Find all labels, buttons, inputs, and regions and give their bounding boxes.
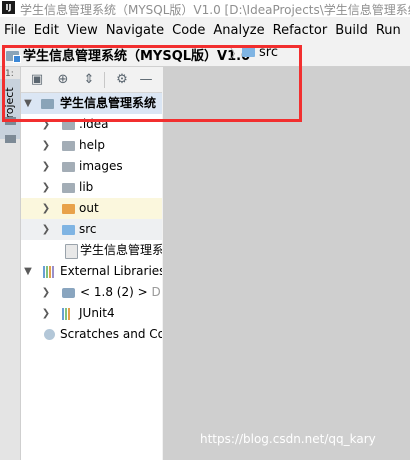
- project-tree: ▼ 学生信息管理系统 ❯ .idea ❯ help ❯ images ❯ lib…: [21, 93, 162, 345]
- chevron-right-icon[interactable]: ❯: [41, 219, 51, 240]
- external-libraries-label: External Libraries: [60, 264, 162, 278]
- chevron-down-icon[interactable]: ▼: [23, 261, 33, 282]
- tree-scratches[interactable]: Scratches and Co: [21, 324, 162, 345]
- project-panel: ▣ ⊕ ⇕ ⚙ — ▼ 学生信息管理系统 ❯ .idea ❯ help ❯ im…: [21, 67, 162, 460]
- menu-code[interactable]: Code: [168, 21, 209, 39]
- module-file-icon: [65, 244, 78, 259]
- library-icon: [62, 308, 75, 320]
- tree-item-label: src: [79, 222, 97, 236]
- menu-analyze[interactable]: Analyze: [209, 21, 268, 39]
- scratches-icon: [44, 329, 55, 340]
- red-highlight-box: [2, 45, 302, 122]
- tree-item-label: 学生信息管理系统: [80, 243, 162, 257]
- watermark-text: https://blog.csdn.net/qq_kary: [200, 432, 376, 446]
- intellij-logo-icon: IJ: [2, 1, 15, 14]
- folder-icon: [62, 183, 75, 193]
- left-tool-strip: 1: Project: [0, 67, 21, 460]
- library-icon: [43, 266, 56, 278]
- jdk-label: < 1.8 (2) > D:\: [80, 282, 162, 303]
- tree-item-out[interactable]: ❯ out: [21, 198, 162, 219]
- chevron-right-icon[interactable]: ❯: [41, 282, 51, 303]
- tree-item-iml-file[interactable]: 学生信息管理系统: [21, 240, 162, 261]
- chevron-right-icon[interactable]: ❯: [41, 198, 51, 219]
- menu-run[interactable]: Run: [372, 21, 405, 39]
- menu-refactor[interactable]: Refactor: [269, 21, 332, 39]
- chevron-right-icon[interactable]: ❯: [41, 135, 51, 156]
- menu-view[interactable]: View: [63, 21, 102, 39]
- jdk-version: < 1.8 (2) >: [80, 285, 148, 299]
- tree-item-label: out: [79, 201, 99, 215]
- menu-edit[interactable]: Edit: [30, 21, 63, 39]
- jdk-path: D:\: [151, 285, 162, 299]
- chevron-right-icon[interactable]: ❯: [41, 303, 51, 324]
- menu-bar: File Edit View Navigate Code Analyze Refactor B…: [0, 19, 410, 39]
- menu-file[interactable]: File: [0, 21, 30, 39]
- tree-item-jdk[interactable]: ❯ < 1.8 (2) > D:\: [21, 282, 162, 303]
- jdk-icon: [62, 288, 75, 298]
- menu-navigate[interactable]: Navigate: [102, 21, 168, 39]
- tree-item-label: lib: [79, 180, 94, 194]
- source-folder-icon: [62, 225, 75, 235]
- tree-item-help[interactable]: ❯ help: [21, 135, 162, 156]
- excluded-folder-icon: [62, 204, 75, 214]
- tree-external-libraries[interactable]: ▼ External Libraries: [21, 261, 162, 282]
- title-bar: IJ 学生信息管理系统（MYSQL版）V1.0 [D:\IdeaProjects…: [0, 0, 410, 17]
- folder-icon: [62, 162, 75, 172]
- window-title: 学生信息管理系统（MYSQL版）V1.0 [D:\IdeaProjects\学生…: [20, 3, 410, 17]
- scratches-label: Scratches and Co: [60, 327, 162, 341]
- tree-item-images[interactable]: ❯ images: [21, 156, 162, 177]
- chevron-right-icon[interactable]: ❯: [41, 156, 51, 177]
- tree-item-label: help: [79, 138, 105, 152]
- tree-item-label: images: [79, 159, 123, 173]
- folder-icon[interactable]: [5, 135, 16, 143]
- menu-build[interactable]: Build: [331, 21, 372, 39]
- editor-area: [163, 67, 410, 460]
- ide-window: IJ 学生信息管理系统（MYSQL版）V1.0 [D:\IdeaProjects…: [0, 0, 410, 460]
- junit-label: JUnit4: [79, 306, 115, 320]
- tree-item-lib[interactable]: ❯ lib: [21, 177, 162, 198]
- folder-icon: [62, 141, 75, 151]
- tree-item-src[interactable]: ❯ src: [21, 219, 162, 240]
- chevron-right-icon[interactable]: ❯: [41, 177, 51, 198]
- tree-item-junit[interactable]: ❯ JUnit4: [21, 303, 162, 324]
